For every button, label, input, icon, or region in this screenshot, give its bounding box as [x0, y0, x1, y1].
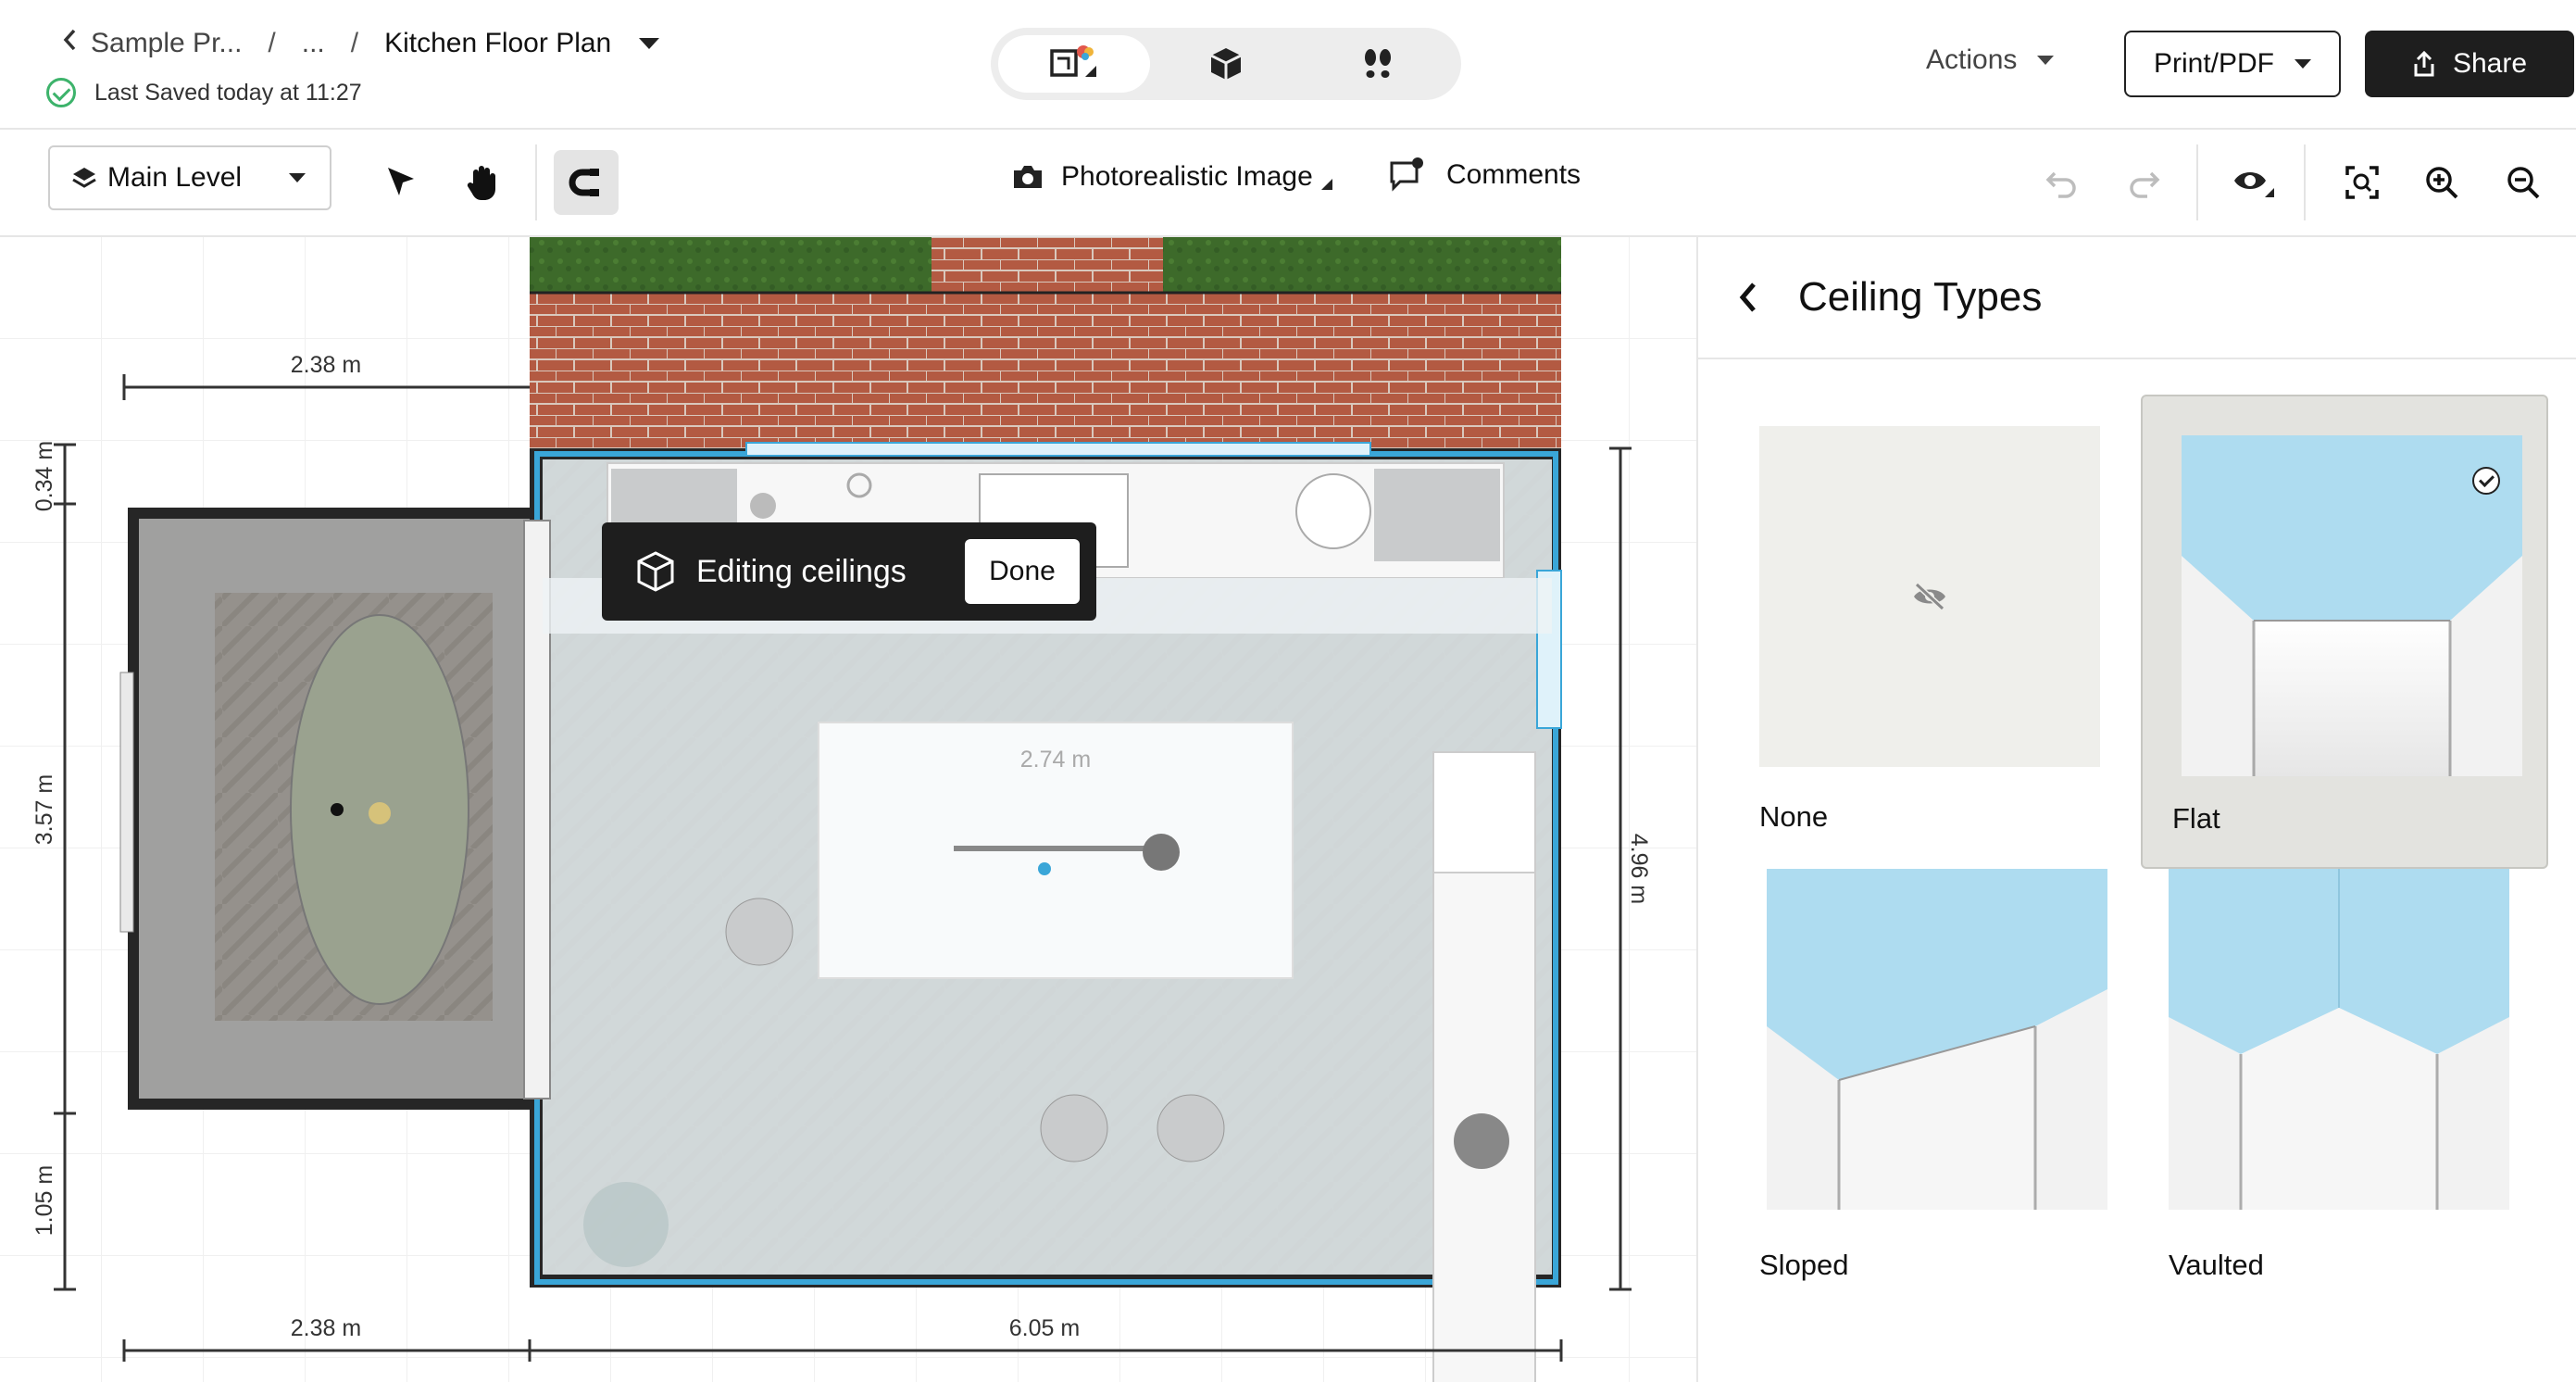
- breadcrumb-separator: /: [350, 28, 359, 58]
- comments-label: Comments: [1446, 159, 1582, 190]
- view-mode-2d[interactable]: [998, 35, 1150, 93]
- share-icon: [2414, 50, 2434, 77]
- magnet-snap-button[interactable]: [554, 150, 619, 215]
- breadcrumb-ellipsis[interactable]: ...: [302, 28, 325, 59]
- level-label: Main Level: [107, 162, 243, 193]
- done-button[interactable]: Done: [965, 539, 1080, 604]
- fit-to-screen-button[interactable]: [2330, 150, 2395, 215]
- view-mode-3d[interactable]: [1150, 35, 1302, 93]
- ceiling-label-vaulted: Vaulted: [2169, 1249, 2264, 1281]
- pan-tool-button[interactable]: [450, 150, 515, 215]
- floor-plan-drawing[interactable]: 2.38 m 0.34 m 3.57 m 1.05 m 4.96 m 2.38 …: [0, 237, 1696, 1382]
- back-chevron-icon[interactable]: [1735, 279, 1761, 316]
- editing-ceilings-banner: Editing ceilings Done: [602, 522, 1096, 621]
- zoom-out-icon: [2507, 167, 2540, 199]
- floorplan-2d-icon: [1050, 45, 1096, 77]
- editing-banner-text: Editing ceilings: [696, 553, 907, 589]
- dimension-label-right: 4.96 m: [1626, 834, 1652, 904]
- zoom-in-button[interactable]: [2409, 150, 2474, 215]
- print-pdf-button[interactable]: Print/PDF: [2124, 31, 2341, 97]
- title-dropdown-icon[interactable]: [639, 38, 660, 49]
- check-circle-icon: [46, 78, 76, 107]
- zoom-fit-icon: [2345, 166, 2379, 199]
- top-bar: Sample Pr... / ... / Kitchen Floor Plan …: [0, 0, 2576, 130]
- ceiling-label-none: None: [1759, 800, 1829, 833]
- visibility-button[interactable]: [2222, 150, 2287, 215]
- ceiling-types-panel: Ceiling Types None Flat Sloped Vaulted: [1696, 237, 2576, 1382]
- select-tool-button[interactable]: [369, 150, 433, 215]
- save-status-text: Last Saved today at 11:27: [94, 79, 362, 106]
- breadcrumb: Sample Pr... / ... / Kitchen Floor Plan: [61, 28, 660, 59]
- chevron-down-icon: [2037, 56, 2055, 65]
- panel-header: Ceiling Types: [1698, 237, 2576, 359]
- selected-check-icon: [2472, 467, 2500, 495]
- undo-icon: [2045, 171, 2076, 198]
- dimension-label-left-bottom: 1.05 m: [31, 1165, 57, 1236]
- eye-off-icon: [1914, 582, 1945, 611]
- footsteps-icon: [1365, 49, 1391, 78]
- breadcrumb-separator: /: [268, 28, 276, 58]
- layers-icon: [72, 168, 96, 188]
- magnet-icon: [569, 169, 599, 196]
- dimension-label-left-middle: 3.57 m: [31, 774, 57, 845]
- brick-patio: [530, 293, 1561, 448]
- actions-label: Actions: [1926, 44, 2018, 75]
- redo-icon: [2130, 171, 2160, 198]
- floor-plan-canvas[interactable]: 2.38 m 0.34 m 3.57 m 1.05 m 4.96 m 2.38 …: [0, 237, 1696, 1382]
- ceiling-option-sloped[interactable]: Sloped: [1759, 869, 2167, 1343]
- share-label: Share: [2452, 48, 2528, 79]
- zoom-out-button[interactable]: [2491, 150, 2556, 215]
- camera-icon: [1014, 166, 1042, 188]
- panel-title: Ceiling Types: [1798, 274, 2043, 320]
- save-status: Last Saved today at 11:27: [46, 78, 362, 107]
- comment-icon: [1390, 157, 1423, 192]
- back-chevron-icon[interactable]: [61, 28, 78, 59]
- chevron-down-icon: [2295, 59, 2312, 69]
- ceiling-label-sloped: Sloped: [1759, 1249, 1849, 1281]
- dimension-label-island: 2.74 m: [1020, 747, 1091, 773]
- cube-outline-icon: [637, 551, 674, 592]
- pointer-arrow-icon: [388, 168, 414, 195]
- print-pdf-label: Print/PDF: [2153, 48, 2275, 79]
- dimension-label-bottom-right: 6.05 m: [1009, 1315, 1080, 1341]
- dimension-label-left-top: 0.34 m: [31, 441, 57, 511]
- photorealistic-image-button[interactable]: Photorealistic Image: [1011, 161, 1350, 193]
- share-button[interactable]: Share: [2365, 31, 2574, 97]
- ceiling-option-none[interactable]: None: [1759, 395, 2167, 869]
- chevron-down-icon: [289, 173, 306, 182]
- ceiling-thumb-sloped: [1767, 869, 2107, 1210]
- breadcrumb-project-link[interactable]: Sample Pr...: [91, 28, 242, 59]
- brick-path: [932, 237, 1163, 293]
- corner-triangle-icon: [1320, 179, 1332, 190]
- photorealistic-label: Photorealistic Image: [1061, 161, 1313, 192]
- cube-3d-icon: [1210, 48, 1242, 80]
- zoom-in-icon: [2426, 167, 2458, 199]
- comments-button[interactable]: Comments: [1389, 157, 1581, 193]
- canvas-toolbar: Main Level Photorealistic Image Comments: [0, 130, 2576, 237]
- page-title[interactable]: Kitchen Floor Plan: [384, 28, 611, 59]
- ceiling-thumb-flat: [2182, 435, 2522, 776]
- hand-icon: [467, 166, 495, 200]
- undo-button[interactable]: [2030, 150, 2095, 215]
- dimension-label-bottom-left: 2.38 m: [291, 1315, 361, 1341]
- ceiling-option-flat[interactable]: Flat: [2141, 395, 2548, 869]
- ceiling-label-flat: Flat: [2172, 802, 2220, 835]
- actions-menu[interactable]: Actions: [1926, 44, 2055, 76]
- redo-button[interactable]: [2111, 150, 2176, 215]
- view-mode-walkthrough[interactable]: [1302, 35, 1454, 93]
- ceiling-option-vaulted[interactable]: Vaulted: [2141, 869, 2548, 1343]
- dimension-label-top: 2.38 m: [291, 352, 361, 378]
- level-selector[interactable]: Main Level: [48, 145, 331, 210]
- eye-icon: [2234, 172, 2274, 197]
- toolbar-divider: [2304, 144, 2306, 220]
- view-mode-switcher: [991, 28, 1461, 100]
- ceiling-thumb-none: [1759, 426, 2100, 767]
- ceiling-thumb-vaulted: [2169, 869, 2509, 1210]
- toolbar-divider: [2196, 144, 2198, 220]
- toolbar-divider: [535, 144, 537, 220]
